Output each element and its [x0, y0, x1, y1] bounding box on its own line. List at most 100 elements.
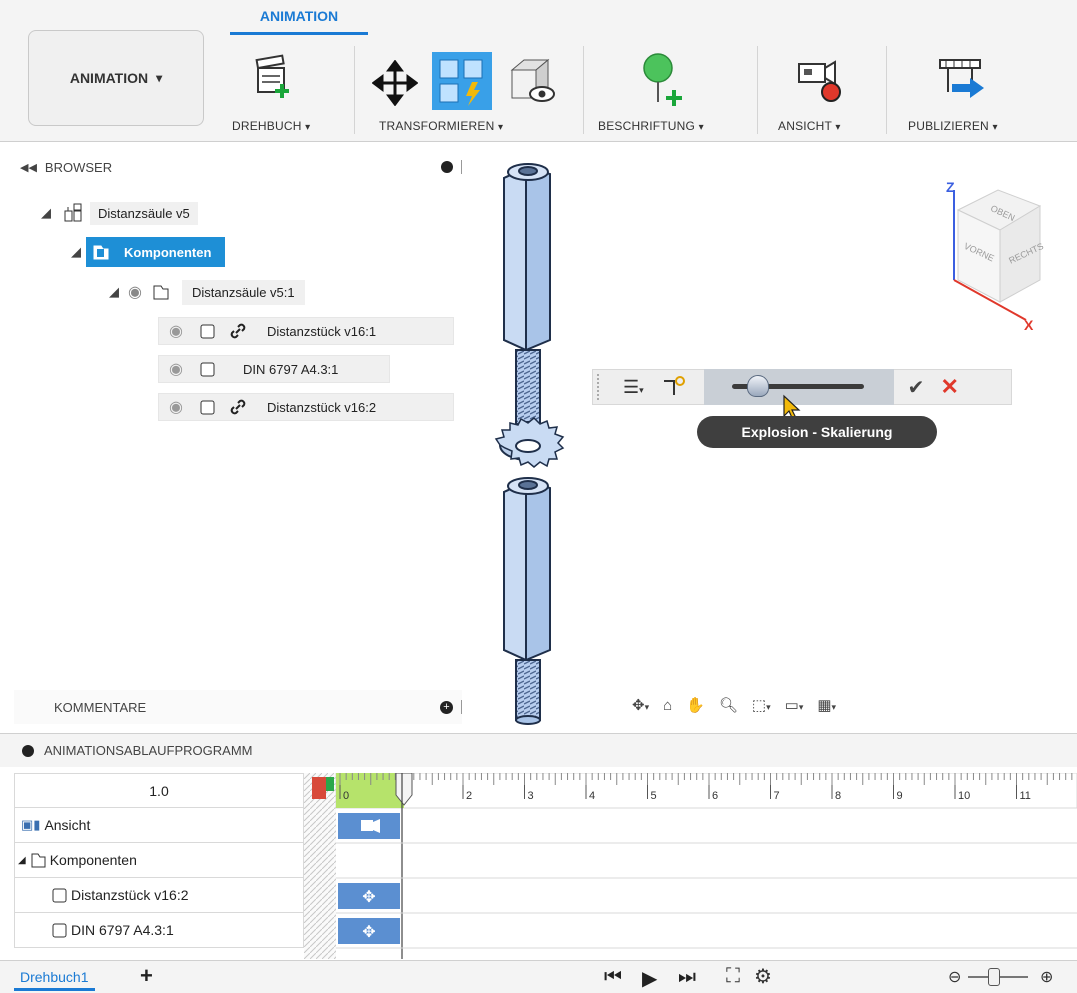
timeline-row-part1[interactable]: Distanzstück v16:2: [14, 878, 304, 913]
browser-title: BROWSER: [44, 159, 113, 175]
visibility-eye-icon[interactable]: ◉: [165, 358, 187, 380]
expand-triangle-icon[interactable]: ◢: [104, 284, 124, 300]
body-icon: [197, 320, 219, 342]
ribbon-separator: [354, 46, 355, 134]
axis-x-label: X: [1024, 317, 1034, 332]
body-icon: [49, 884, 71, 906]
tree-label-item3: Distanzstück v16:2: [267, 399, 377, 415]
add-storyboard-button[interactable]: +: [140, 963, 153, 989]
tree-row-components[interactable]: ◢ Komponenten: [66, 237, 226, 267]
visibility-eye-icon[interactable]: ◉: [165, 396, 187, 418]
explosion-tooltip: Explosion - Skalierung: [697, 416, 937, 448]
storyboard-tab[interactable]: Drehbuch1: [14, 965, 95, 991]
workspace-switcher-button[interactable]: ANIMATION ▾: [28, 30, 204, 126]
tree-label-item2: DIN 6797 A4.3:1: [243, 361, 339, 377]
publish-video-button[interactable]: [934, 56, 994, 106]
fit-window-icon[interactable]: ⬚▾: [752, 696, 771, 714]
group-label-beschriftung[interactable]: BESCHRIFTUNG ▾: [598, 119, 704, 133]
workspace-label: ANIMATION: [69, 70, 149, 86]
expand-triangle-icon[interactable]: ◢: [18, 855, 26, 866]
body-icon: [197, 396, 219, 418]
timeline-settings-icon[interactable]: ⚙: [754, 964, 772, 989]
tree-selected-components[interactable]: Komponenten: [86, 237, 226, 267]
storyboard-footer: Drehbuch1 + ⏮ ▶ ⏭ ⛶ ⚙ ⊖ ⊕: [0, 960, 1077, 993]
transform-action-block-2: ✥: [338, 918, 400, 944]
skip-start-icon[interactable]: ⏮: [604, 966, 622, 989]
toolbar-grip[interactable]: [597, 374, 603, 400]
collapse-panel-icon[interactable]: [441, 161, 453, 173]
tree-row-item3[interactable]: ◉ Distanzstück v16:2: [158, 393, 454, 421]
visibility-eye-icon[interactable]: ◉: [124, 281, 146, 303]
zoom-icon[interactable]: 🔍︎: [719, 696, 738, 714]
look-at-icon[interactable]: ⌂: [663, 697, 672, 714]
timeline-row-components[interactable]: ◢ Komponenten: [14, 843, 304, 878]
view-cube[interactable]: Z X OBEN VORNE RECHTS: [940, 172, 1050, 332]
body-icon: [197, 358, 219, 380]
pan-hand-icon[interactable]: ✋: [686, 696, 705, 714]
transform-action-block-1: ✥: [338, 883, 400, 909]
panel-grip-icon[interactable]: [461, 160, 462, 174]
group-label-drehbuch[interactable]: DREHBUCH ▾: [232, 119, 310, 133]
model-viewport[interactable]: [470, 150, 610, 730]
explosion-slider-thumb[interactable]: [747, 375, 770, 397]
orbit-icon[interactable]: ✥▾: [632, 696, 649, 714]
tab-animation[interactable]: ANIMATION: [230, 8, 368, 35]
callout-button[interactable]: [640, 52, 690, 110]
timeline-canvas[interactable]: 0 2 3 4 5 6 7 8 9 10 11 ✥ ✥: [304, 773, 1077, 959]
body-icon: [49, 919, 71, 941]
components-folder-icon: [90, 241, 112, 263]
auto-explode-icon: [439, 59, 483, 106]
zoom-slider-thumb[interactable]: [988, 968, 1000, 986]
grid-icon[interactable]: ▦▾: [817, 696, 836, 714]
ruler-tick-label: 3: [528, 790, 534, 802]
timeline-track-list: 1.0 ▣▮ Ansicht ◢ Komponenten Distanzstüc…: [14, 773, 304, 959]
standoff-upper: [503, 163, 551, 431]
tree-label-assembly: Distanzsäule v5:1: [182, 279, 305, 305]
tree-label-item1: Distanzstück v16:1: [267, 323, 377, 339]
expand-triangle-icon[interactable]: ◢: [36, 205, 56, 221]
ribbon-separator: [583, 46, 584, 134]
ribbon-toolbar: ANIMATION ▾ ANIMATION DREHBUCH ▾ TRANSFO…: [0, 0, 1077, 142]
start-marker: [312, 777, 326, 799]
timeline-header: ANIMATIONSABLAUFPROGRAMM: [0, 733, 1077, 767]
skip-end-icon[interactable]: ⏭: [678, 966, 696, 989]
group-label-transformieren[interactable]: TRANSFORMIEREN ▾: [379, 119, 503, 133]
lock-washer: [494, 416, 565, 468]
transform-move-button[interactable]: [371, 59, 419, 107]
capture-view-button[interactable]: [795, 56, 849, 106]
timeline-row-view[interactable]: ▣▮ Ansicht: [14, 808, 304, 843]
panel-grip-icon[interactable]: [461, 700, 462, 714]
svg-text:✥: ✥: [362, 889, 375, 906]
fit-timeline-icon[interactable]: ⛶: [726, 965, 740, 988]
loop-marker: [326, 777, 334, 791]
auto-explode-button[interactable]: [432, 52, 492, 110]
assembly-icon: [62, 202, 84, 224]
tree-row-root[interactable]: ◢ Distanzsäule v5: [36, 199, 198, 227]
display-settings-icon[interactable]: ▭▾: [785, 696, 804, 714]
add-comment-icon[interactable]: +: [440, 700, 453, 714]
play-icon[interactable]: ▶: [642, 966, 657, 991]
expand-triangle-icon[interactable]: ◢: [66, 244, 86, 260]
list-menu-icon[interactable]: ☰▾: [623, 377, 644, 398]
group-label-publizieren[interactable]: PUBLIZIEREN ▾: [908, 119, 998, 133]
zoom-in-icon[interactable]: ⊕: [1040, 967, 1053, 987]
zoom-out-icon[interactable]: ⊖: [948, 967, 961, 987]
storyboard-tool-button[interactable]: [254, 52, 294, 108]
tree-row-item1[interactable]: ◉ Distanzstück v16:1: [158, 317, 454, 345]
timeline-speed-row[interactable]: 1.0: [14, 773, 304, 808]
svg-text:✥: ✥: [362, 924, 375, 941]
tree-row-item2[interactable]: ◉ DIN 6797 A4.3:1: [158, 355, 390, 383]
timeline-row-part2[interactable]: DIN 6797 A4.3:1: [14, 913, 304, 948]
cancel-x-icon[interactable]: ✕: [940, 374, 958, 400]
ruler-tick-label: 10: [958, 790, 970, 802]
collapse-timeline-icon[interactable]: [22, 744, 34, 757]
group-label-ansicht[interactable]: ANSICHT ▾: [778, 119, 841, 133]
view-action-block: [338, 813, 400, 839]
tree-row-assembly[interactable]: ◢ ◉ Distanzsäule v5:1: [104, 278, 305, 306]
confirm-check-icon[interactable]: ✔: [908, 375, 925, 400]
visibility-eye-icon[interactable]: ◉: [165, 320, 187, 342]
pivot-icon[interactable]: [662, 375, 686, 400]
cube-eye-icon: [510, 58, 555, 102]
show-hide-components-button[interactable]: [506, 56, 556, 106]
collapse-left-icon[interactable]: ◀◀: [20, 161, 37, 174]
